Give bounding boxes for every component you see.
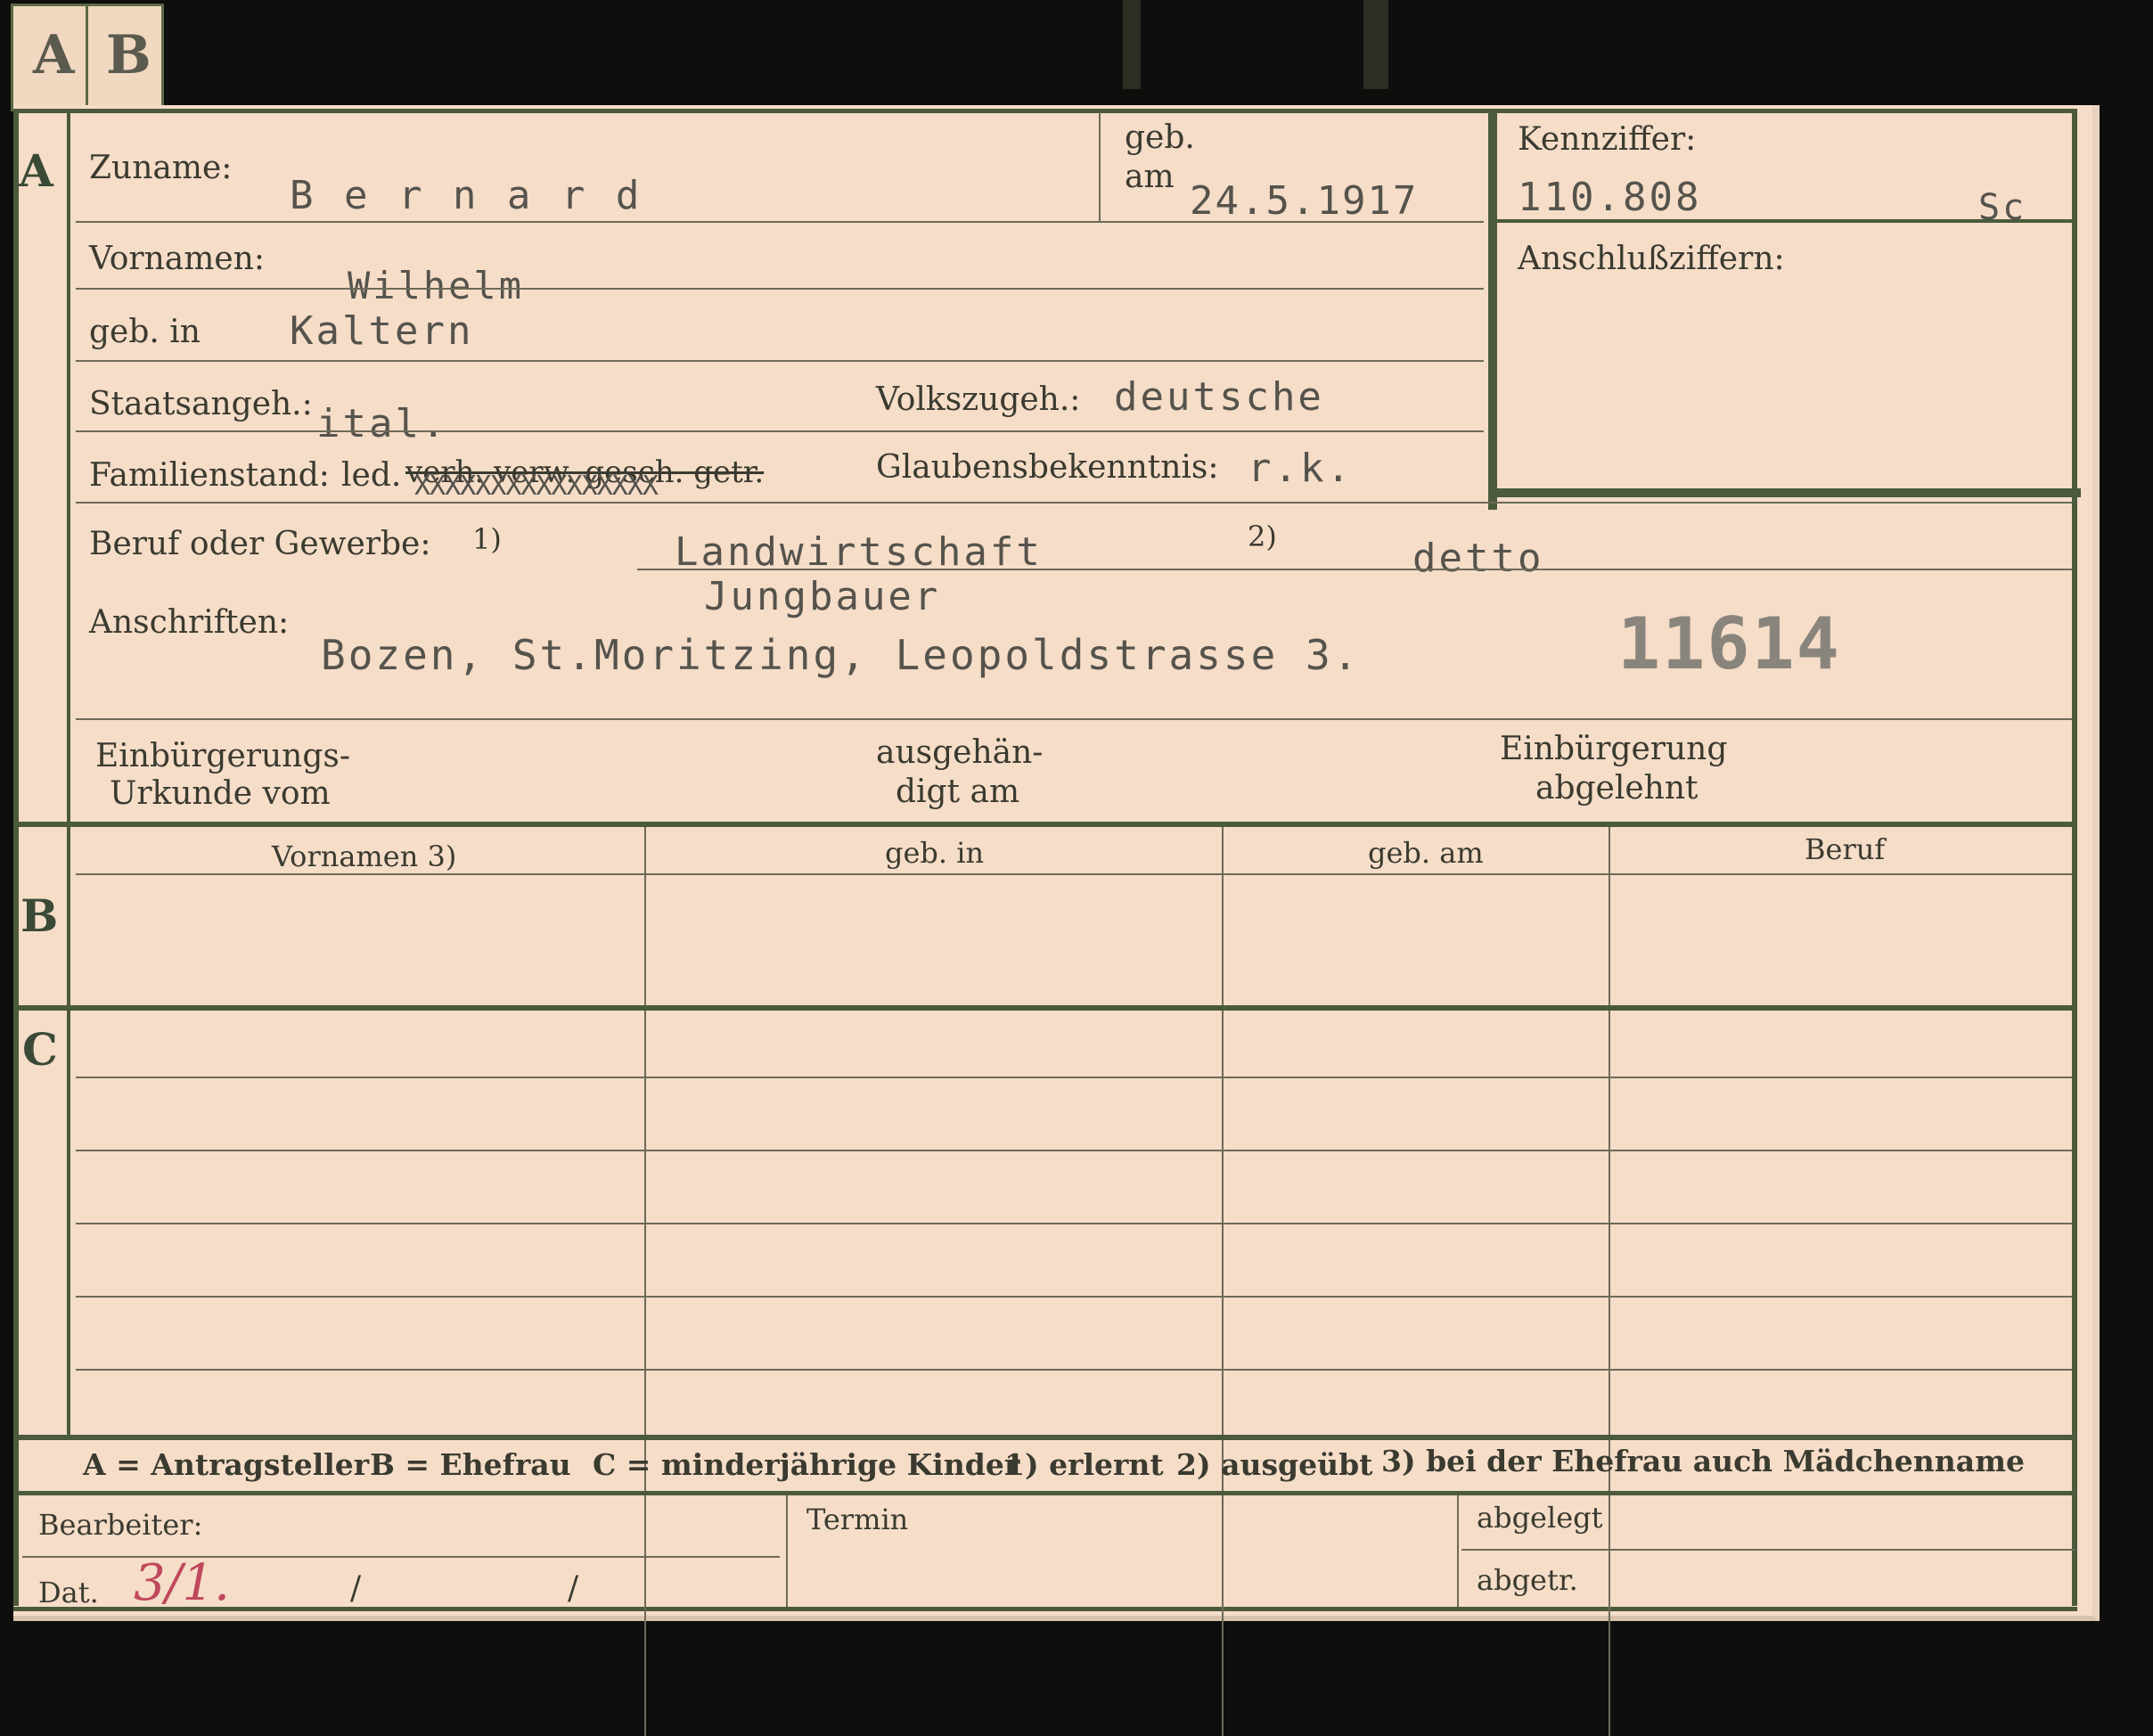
vornamen-label: Vornamen: xyxy=(89,241,265,277)
legend-b: B = Ehefrau xyxy=(370,1447,571,1482)
kennziffer-label: Kennziffer: xyxy=(1518,121,1697,158)
section-b-letter: B xyxy=(20,889,59,942)
dat-slash-2: / xyxy=(568,1570,579,1607)
stamp-number: 11614 xyxy=(1617,602,1841,685)
abgetr-label: abgetr. xyxy=(1477,1563,1578,1597)
tab-a-letter: A xyxy=(33,24,75,86)
section-c-top-border xyxy=(13,1005,2077,1011)
einbuergerung-abgelehnt-label-2: abgelehnt xyxy=(1535,770,1699,807)
familienstand-led: led. xyxy=(341,457,402,494)
frame-right xyxy=(2072,109,2077,1606)
geb-divider xyxy=(1099,112,1101,221)
beruf-footnote-1: 1) xyxy=(472,522,502,556)
einbuergerungsurkunde-label-2: Urkunde vom xyxy=(110,775,331,812)
row-line xyxy=(76,502,2072,504)
zuname-value[interactable]: B e r n a r d xyxy=(290,173,643,218)
anschrift-value[interactable]: Bozen, St.Moritzing, Leopoldstrasse 3. xyxy=(321,631,1360,679)
staatsangeh-label: Staatsangeh.: xyxy=(89,386,313,422)
ausgehaendigt-label-2: digt am xyxy=(896,774,1020,810)
anschlussziffern-label: Anschlußziffern: xyxy=(1518,241,1785,277)
beruf-label: Beruf oder Gewerbe: xyxy=(89,526,431,562)
termin-label: Termin xyxy=(806,1503,909,1536)
glaubens-value[interactable]: r.k. xyxy=(1248,446,1353,491)
staatsangeh-value[interactable]: ital. xyxy=(316,401,447,446)
beruf-footnote-2: 2) xyxy=(1248,520,1277,553)
row-line xyxy=(76,221,1484,223)
beruf-ausgeuebt-value[interactable]: detto xyxy=(1412,536,1543,581)
row-line xyxy=(76,430,1484,432)
glaubens-label: Glaubensbekenntnis: xyxy=(876,449,1219,486)
legend-fn1: 1) erlernt xyxy=(1004,1447,1164,1482)
geb-in-label: geb. in xyxy=(89,314,201,350)
c-row-line xyxy=(76,1223,2072,1224)
row-line xyxy=(76,718,2072,720)
anschriften-label: Anschriften: xyxy=(89,604,290,641)
familienstand-xmarks: XXXXXXXXXXXXXXXX xyxy=(414,471,659,502)
c-row-line xyxy=(76,1150,2072,1151)
footer-line xyxy=(1461,1549,2075,1551)
row-line xyxy=(76,288,1484,290)
birth-date[interactable]: 24.5.1917 xyxy=(1190,178,1418,224)
einbuergerung-abgelehnt-label-1: Einbürgerung xyxy=(1500,731,1728,767)
legend-bottom-border xyxy=(13,1491,2077,1495)
c-row-line xyxy=(76,1077,2072,1078)
kennziffer-box-left xyxy=(1488,109,1497,510)
legend-top-border xyxy=(13,1435,2077,1440)
legend-fn2: 2) ausgeübt xyxy=(1176,1447,1373,1482)
section-c-letter: C xyxy=(22,1023,58,1076)
row-line xyxy=(76,360,1484,362)
section-b-col-divider xyxy=(644,827,646,1736)
vornamen-value[interactable]: Wilhelm xyxy=(348,264,524,307)
kennziffer-value[interactable]: 110.808 xyxy=(1518,175,1701,220)
row-line xyxy=(637,569,2072,570)
volkszugeh-value[interactable]: deutsche xyxy=(1114,374,1324,420)
letter-column-divider xyxy=(67,109,70,1435)
legend-a: A = Antragsteller xyxy=(83,1447,370,1482)
legend-fn3: 3) bei der Ehefrau auch Mädchenname xyxy=(1381,1444,2025,1478)
frame-top xyxy=(13,109,2076,113)
b-header-vornamen: Vornamen 3) xyxy=(272,839,457,873)
background-stripe xyxy=(1123,0,1141,89)
bearbeiter-label: Bearbeiter: xyxy=(38,1508,203,1542)
section-b-col-divider xyxy=(1609,827,1610,1736)
frame-bottom xyxy=(13,1607,2077,1611)
zuname-label: Zuname: xyxy=(89,150,233,186)
section-b-header-line xyxy=(76,873,2072,875)
dat-value[interactable]: 3/1. xyxy=(134,1554,230,1612)
am-label: am xyxy=(1125,159,1175,195)
c-row-line xyxy=(76,1369,2072,1371)
section-a-letter: A xyxy=(19,144,53,197)
footer-divider xyxy=(786,1495,788,1607)
b-header-geb-am: geb. am xyxy=(1368,836,1484,870)
geb-in-value[interactable]: Kaltern xyxy=(290,308,473,354)
tab-b-letter: B xyxy=(106,24,151,86)
einbuergerungsurkunde-label-1: Einbürgerungs- xyxy=(95,738,351,774)
geb-label: geb. xyxy=(1125,119,1195,156)
dat-label: Dat. xyxy=(38,1576,99,1609)
dat-slash-1: / xyxy=(350,1570,362,1607)
kennziffer-divider xyxy=(1497,219,2076,223)
volkszugeh-label: Volkszugeh.: xyxy=(876,381,1081,418)
tab-b[interactable]: B xyxy=(86,4,164,111)
background-stripe xyxy=(1363,0,1388,89)
section-b-top-border xyxy=(13,822,2077,827)
ausgehaendigt-label-1: ausgehän- xyxy=(876,734,1044,771)
section-b-col-divider xyxy=(1222,827,1224,1736)
legend-c: C = minderjährige Kinder xyxy=(593,1447,1020,1482)
beruf-jungbauer-value[interactable]: Jungbauer xyxy=(704,574,940,619)
footer-divider xyxy=(1457,1495,1459,1607)
abgelegt-label: abgelegt xyxy=(1477,1501,1603,1535)
familienstand-label: Familienstand: xyxy=(89,457,330,494)
kennziffer-box-bottom xyxy=(1488,488,2081,497)
b-header-geb-in: geb. in xyxy=(885,836,985,870)
c-row-line xyxy=(76,1296,2072,1298)
registration-card: A B C Zuname: B e r n a r d geb. am 24.5… xyxy=(13,105,2100,1736)
b-header-beruf: Beruf xyxy=(1805,832,1886,866)
frame-left xyxy=(13,109,19,1606)
tab-a[interactable]: A xyxy=(11,4,91,111)
